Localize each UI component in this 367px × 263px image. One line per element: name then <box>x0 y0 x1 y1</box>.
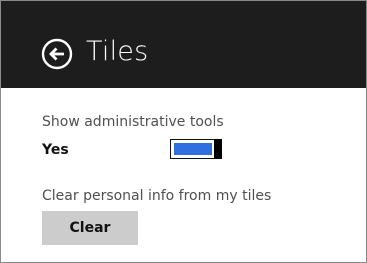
back-arrow-icon <box>41 38 73 70</box>
settings-pane: Tiles Show administrative tools Yes Clea… <box>0 0 367 263</box>
toggle-thumb[interactable] <box>214 139 222 159</box>
page-title: Tiles <box>86 36 149 67</box>
clear-button[interactable]: Clear <box>42 211 138 245</box>
header-bar: Tiles <box>1 1 366 88</box>
admin-tools-label: Show administrative tools <box>42 114 224 130</box>
admin-tools-toggle[interactable] <box>170 139 222 159</box>
clear-info-label: Clear personal info from my tiles <box>42 188 272 204</box>
back-button[interactable] <box>41 38 73 70</box>
toggle-track <box>170 139 216 159</box>
admin-tools-state: Yes <box>42 142 69 158</box>
toggle-fill <box>174 143 212 155</box>
